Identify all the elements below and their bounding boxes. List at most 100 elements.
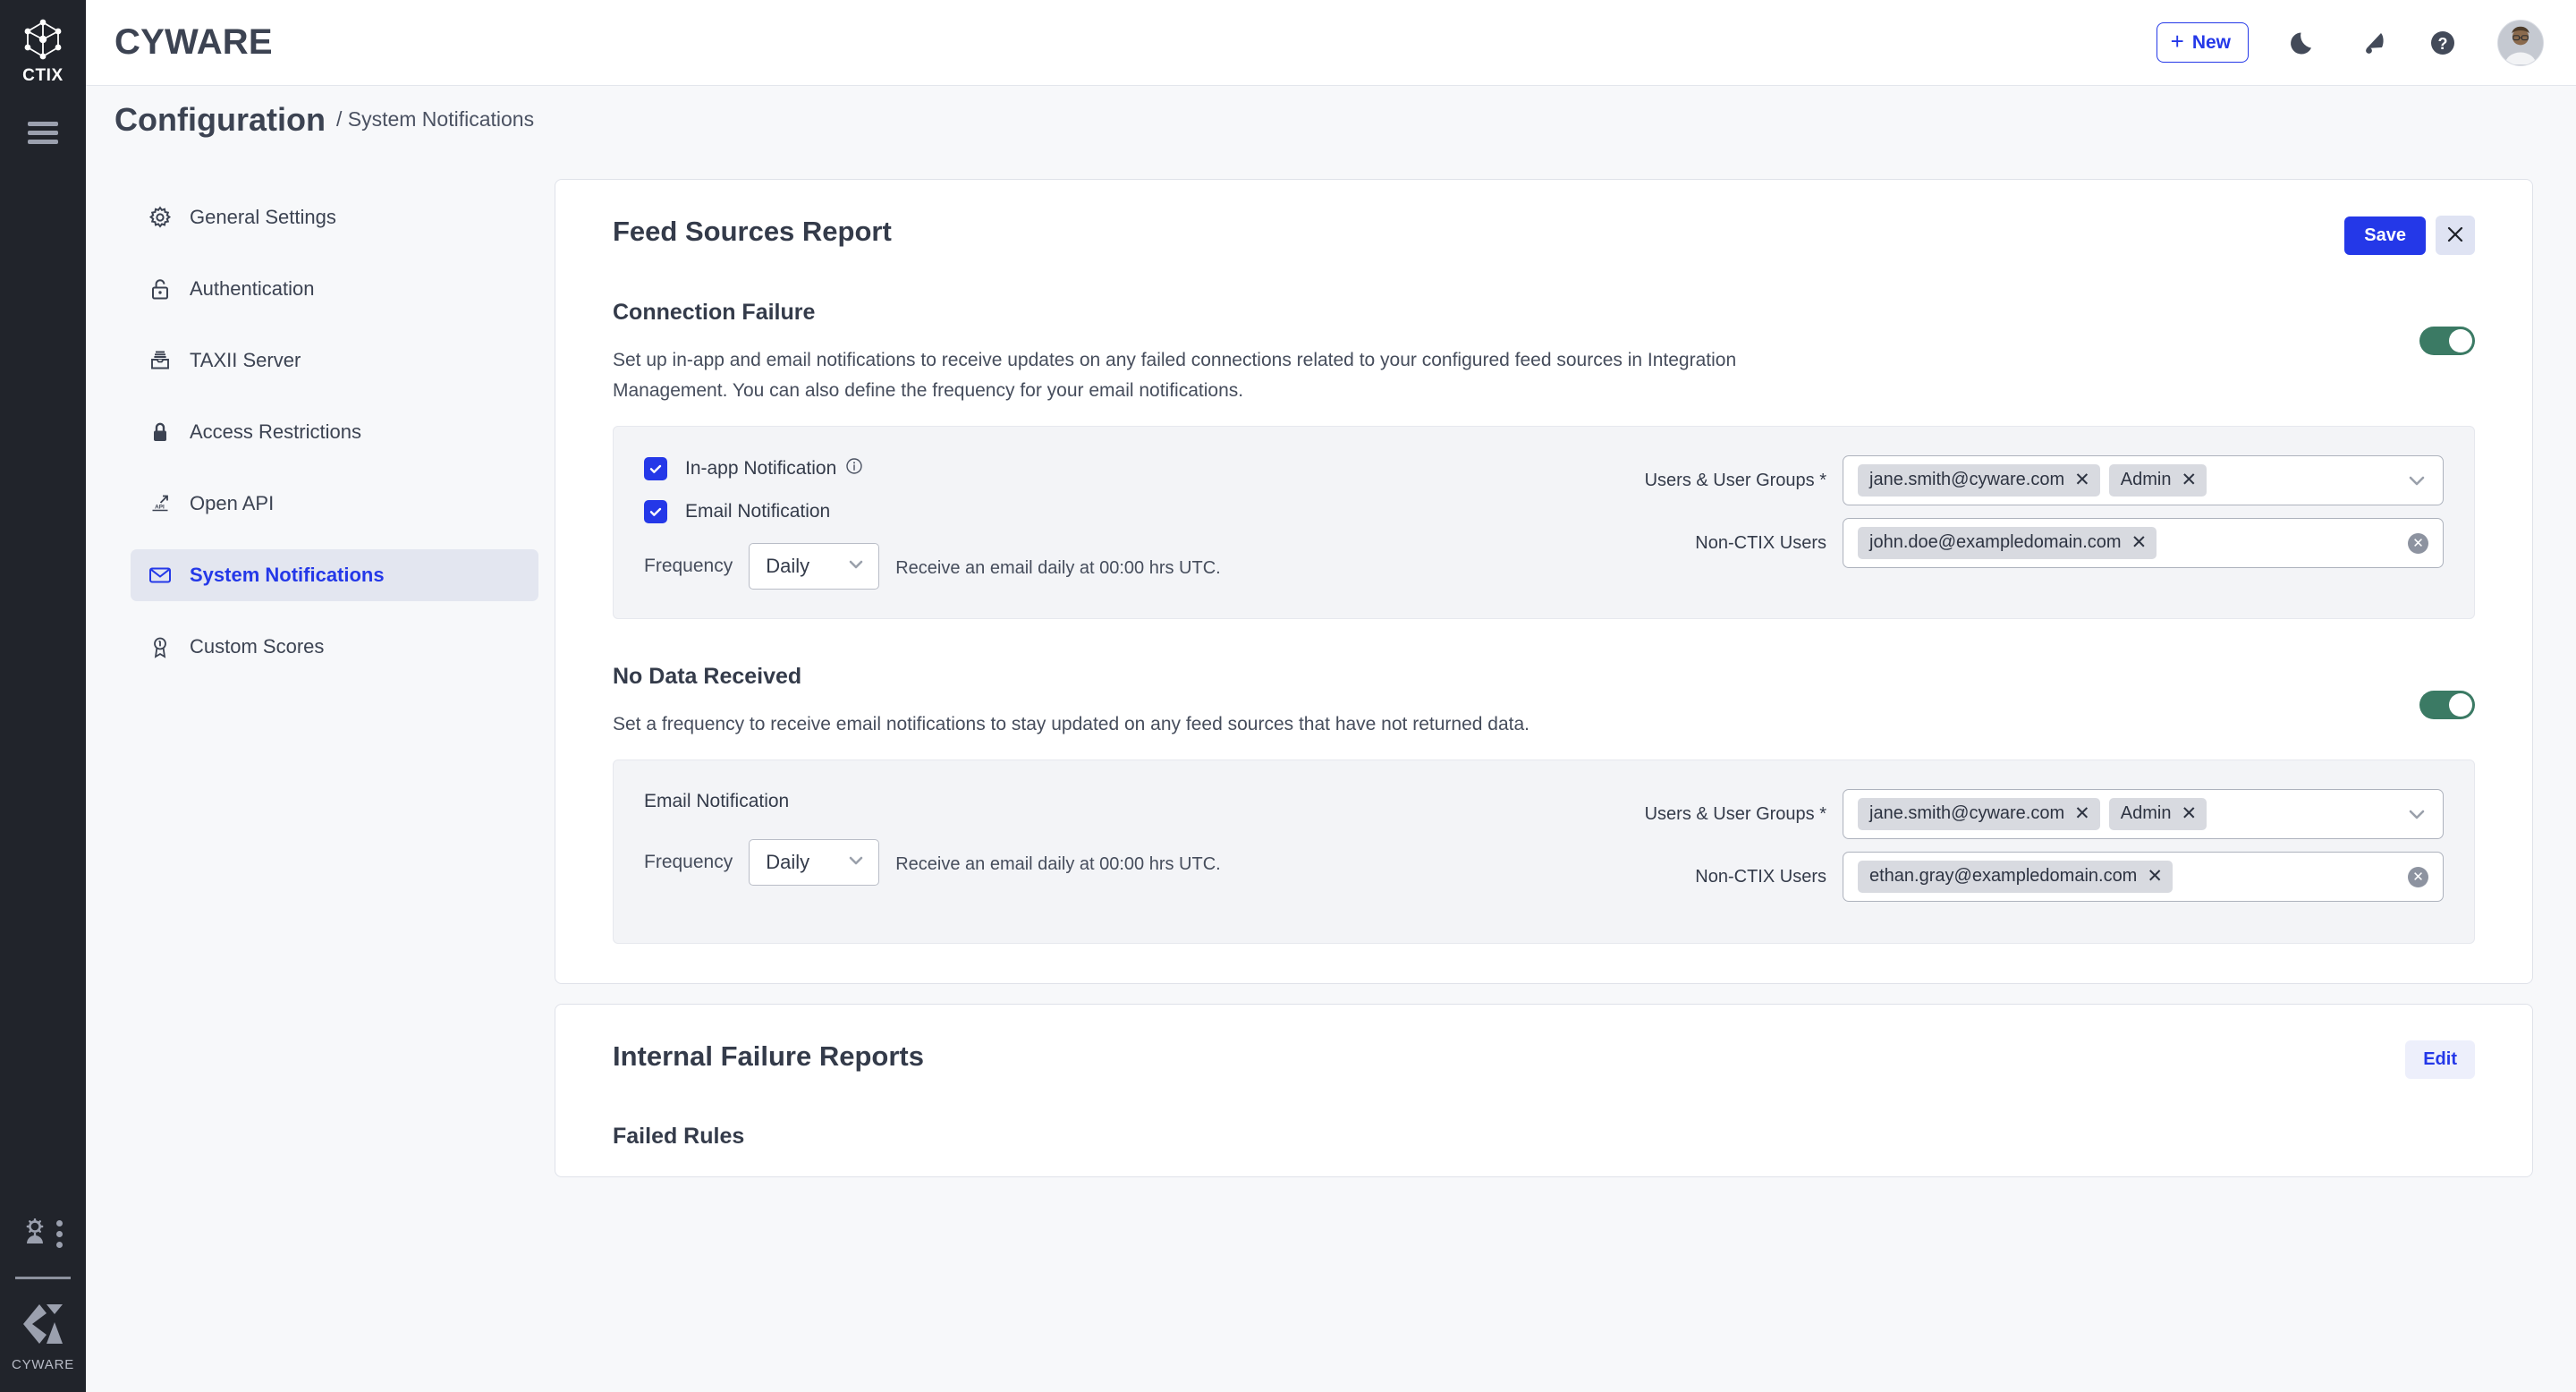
panel-left: Email Notification Frequency Daily — [644, 785, 1610, 914]
chip-label: jane.smith@cyware.com — [1869, 470, 2064, 490]
hamburger-menu-icon[interactable] — [28, 122, 58, 144]
question-circle-icon[interactable]: ? — [2428, 28, 2458, 58]
close-button[interactable] — [2436, 216, 2475, 255]
non-ctix-users-label: Non-CTIX Users — [1610, 867, 1843, 887]
sidebar-item-open-api[interactable]: API Open API — [131, 478, 538, 530]
email-notification-checkbox[interactable] — [644, 500, 667, 523]
inbox-stack-icon — [147, 349, 174, 372]
chip-remove-icon[interactable]: ✕ — [2181, 471, 2197, 489]
chevron-down-icon — [846, 851, 866, 875]
chip-remove-icon[interactable]: ✕ — [2131, 533, 2148, 552]
user-settings-menu[interactable] — [23, 1218, 63, 1250]
section-connection-failure: Connection Failure Set up in-app and ema… — [613, 300, 2475, 619]
panel-left: In-app Notification — [644, 452, 1610, 590]
brand-title: CYWARE — [114, 22, 273, 63]
info-circle-icon[interactable] — [845, 457, 863, 480]
frequency-label: Frequency — [644, 556, 733, 577]
in-app-notification-label: In-app Notification — [685, 457, 863, 480]
clear-circle-icon[interactable]: ✕ — [2408, 867, 2428, 887]
chip[interactable]: Admin ✕ — [2109, 798, 2207, 830]
users-groups-field-row: Users & User Groups * jane.smith@cyware.… — [1610, 455, 2444, 505]
internal-failure-reports-card: Internal Failure Reports Edit Failed Rul… — [555, 1004, 2533, 1177]
sidebar-item-label: General Settings — [190, 206, 336, 229]
multiselect-trailing — [2393, 802, 2428, 826]
frequency-hint: Receive an email daily at 00:00 hrs UTC. — [895, 854, 1221, 875]
card-title: Internal Failure Reports — [613, 1040, 924, 1073]
avatar[interactable] — [2497, 20, 2544, 66]
body-region: General Settings Authentication — [86, 154, 2576, 1392]
chip[interactable]: john.doe@exampledomain.com ✕ — [1858, 527, 2157, 559]
panel-right: Users & User Groups * jane.smith@cyware.… — [1610, 452, 2444, 590]
chip-remove-icon[interactable]: ✕ — [2147, 867, 2163, 886]
users-groups-multiselect[interactable]: jane.smith@cyware.com ✕ Admin ✕ — [1843, 455, 2444, 505]
frequency-select[interactable]: Daily — [749, 543, 879, 590]
chip[interactable]: Admin ✕ — [2109, 464, 2207, 497]
sidebar-item-custom-scores[interactable]: Custom Scores — [131, 621, 538, 673]
chip-label: jane.smith@cyware.com — [1869, 803, 2064, 824]
main-column: CYWARE + New — [86, 0, 2576, 1392]
sidebar-item-authentication[interactable]: Authentication — [131, 263, 538, 315]
sidebar-item-access-restrictions[interactable]: Access Restrictions — [131, 406, 538, 458]
non-ctix-users-multiselect[interactable]: john.doe@exampledomain.com ✕ ✕ — [1843, 518, 2444, 568]
users-groups-label: Users & User Groups * — [1610, 804, 1843, 825]
in-app-notification-checkbox[interactable] — [644, 457, 667, 480]
top-bar-actions: + New ? — [2157, 20, 2544, 66]
page-header: Configuration / System Notifications — [86, 86, 2576, 154]
sidebar-item-label: Custom Scores — [190, 635, 324, 658]
multiselect-trailing: ✕ — [2395, 867, 2428, 887]
frequency-select[interactable]: Daily — [749, 839, 879, 886]
frequency-value: Daily — [766, 851, 809, 874]
new-button[interactable]: + New — [2157, 22, 2249, 63]
chevron-down-icon[interactable] — [2405, 802, 2428, 826]
gear-icon — [147, 206, 174, 229]
svg-text:API: API — [155, 504, 165, 510]
cyware-logo-icon — [20, 1301, 66, 1352]
users-groups-multiselect[interactable]: jane.smith@cyware.com ✕ Admin ✕ — [1843, 789, 2444, 839]
chip-label: Admin — [2121, 470, 2172, 490]
multiselect-trailing: ✕ — [2395, 533, 2428, 554]
ctix-product-label: CTIX — [22, 66, 64, 86]
envelope-icon — [147, 563, 174, 588]
card-actions: Save — [2344, 216, 2475, 255]
sidebar-item-general-settings[interactable]: General Settings — [131, 191, 538, 243]
chip[interactable]: jane.smith@cyware.com ✕ — [1858, 798, 2100, 830]
connection-failure-panel: In-app Notification — [613, 426, 2475, 619]
non-ctix-users-label: Non-CTIX Users — [1610, 533, 1843, 554]
non-ctix-users-field-row: Non-CTIX Users ethan.gray@exampledomain.… — [1610, 852, 2444, 902]
chip-remove-icon[interactable]: ✕ — [2074, 471, 2090, 489]
chip-label: ethan.gray@exampledomain.com — [1869, 866, 2137, 887]
cyware-footer-label: CYWARE — [12, 1357, 74, 1372]
chip[interactable]: jane.smith@cyware.com ✕ — [1858, 464, 2100, 497]
bell-icon[interactable] — [2358, 28, 2388, 58]
frequency-hint: Receive an email daily at 00:00 hrs UTC. — [895, 558, 1221, 579]
frequency-label: Frequency — [644, 852, 733, 873]
edit-button[interactable]: Edit — [2405, 1040, 2475, 1079]
section-title: No Data Received — [613, 664, 2475, 690]
card-header: Internal Failure Reports Edit — [613, 1040, 2475, 1079]
sidebar-item-taxii-server[interactable]: TAXII Server — [131, 335, 538, 386]
no-data-received-panel: Email Notification Frequency Daily — [613, 760, 2475, 944]
clear-circle-icon[interactable]: ✕ — [2408, 533, 2428, 554]
user-settings-icon — [23, 1218, 50, 1250]
chip-label: Admin — [2121, 803, 2172, 824]
chip-remove-icon[interactable]: ✕ — [2074, 804, 2090, 823]
ctix-logo[interactable]: CTIX — [20, 16, 66, 86]
sidebar-item-label: Open API — [190, 492, 274, 515]
section-toggle[interactable] — [2419, 327, 2475, 355]
lock-open-icon — [147, 277, 174, 301]
chip[interactable]: ethan.gray@exampledomain.com ✕ — [1858, 861, 2173, 893]
non-ctix-users-field-row: Non-CTIX Users john.doe@exampledomain.co… — [1610, 518, 2444, 568]
award-ribbon-icon — [147, 635, 174, 658]
non-ctix-users-multiselect[interactable]: ethan.gray@exampledomain.com ✕ ✕ — [1843, 852, 2444, 902]
sidebar-item-system-notifications[interactable]: System Notifications — [131, 549, 538, 601]
chevron-down-icon[interactable] — [2405, 469, 2428, 492]
moon-icon[interactable] — [2288, 28, 2318, 58]
chevron-down-icon — [846, 555, 866, 579]
plus-icon: + — [2171, 30, 2184, 53]
section-no-data-received: No Data Received Set a frequency to rece… — [613, 664, 2475, 944]
close-x-icon — [2445, 225, 2465, 247]
section-toggle[interactable] — [2419, 691, 2475, 719]
save-button[interactable]: Save — [2344, 216, 2426, 255]
chip-remove-icon[interactable]: ✕ — [2181, 804, 2197, 823]
app-rail: CTIX — [0, 0, 86, 1392]
